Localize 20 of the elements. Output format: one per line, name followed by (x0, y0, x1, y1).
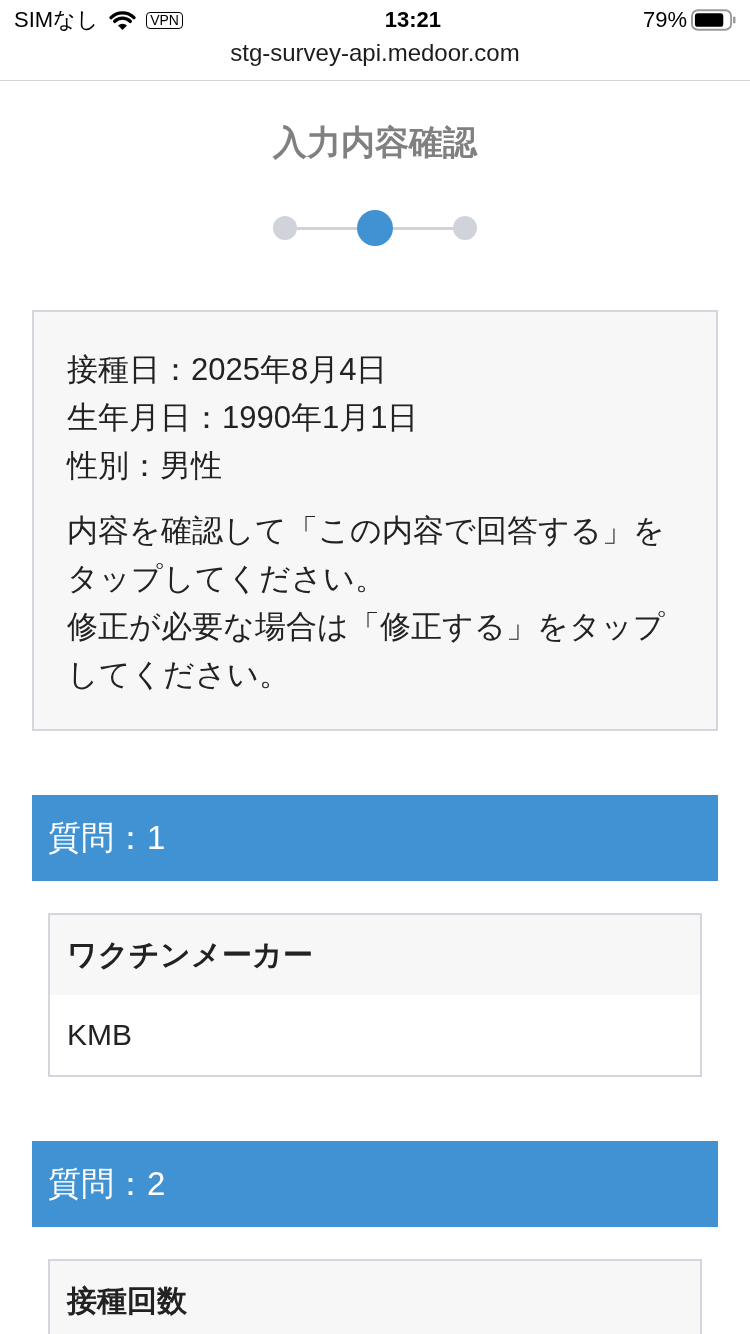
instruction-text: 修正が必要な場合は「修正する」をタップしてください。 (67, 608, 666, 694)
summary-entry: 性別：男性 (67, 447, 223, 485)
instruction-text: 内容を確認して「この内容で回答する」をタップしてください。 (67, 512, 666, 598)
summary-entry: 接種日：2025年8月4日 (67, 351, 389, 389)
url-text[interactable]: stg-survey-api.medoor.com (230, 40, 520, 66)
step-connector (393, 226, 453, 230)
vpn-badge: VPN (146, 11, 183, 29)
battery-icon (691, 9, 736, 31)
question-heading: 質問：1 (48, 818, 166, 858)
clock-text: 13:21 (384, 7, 442, 33)
question-item-text: ワクチンメーカー (67, 937, 313, 973)
question-heading: 質問：2 (48, 1164, 166, 1204)
answer-text: KMB (67, 1017, 132, 1053)
page-title: 入力内容確認 (273, 122, 477, 162)
carrier-text: SIMなし (14, 7, 100, 33)
battery-percent-text: 79% (642, 7, 687, 33)
wifi-icon (108, 9, 138, 31)
question-item-text: 接種回数 (67, 1283, 187, 1319)
summary-entry: 生年月日：1990年1月1日 (67, 399, 420, 437)
step-connector (297, 226, 357, 230)
